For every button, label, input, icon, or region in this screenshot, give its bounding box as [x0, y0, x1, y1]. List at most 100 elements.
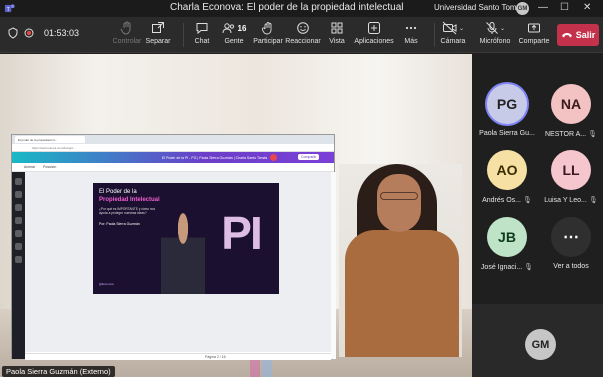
page-indicator: Página 2 / 16 — [205, 355, 226, 359]
participant-avatar: JB — [487, 217, 527, 257]
window-title: Charla Econova: El poder de la propiedad… — [170, 2, 404, 13]
pop-out-button[interactable]: Separar — [136, 20, 180, 45]
participant-tile[interactable]: PG Paola Sierra Gu... — [476, 76, 538, 146]
camera-button[interactable]: ⌄ Cámara — [431, 20, 475, 45]
leave-button[interactable]: Salir — [557, 24, 599, 46]
raise-hand-icon — [261, 22, 272, 35]
view-label: Vista — [329, 38, 345, 45]
sidebar-tool-icon[interactable] — [15, 178, 22, 185]
participant-avatar: PG — [487, 84, 527, 124]
account-avatar[interactable]: GM — [516, 2, 529, 15]
canva-share-button[interactable]: Compartir — [298, 154, 320, 160]
collaborator-avatar — [270, 154, 277, 161]
participant-tile[interactable]: AO Andrés Os... 🎙 — [476, 142, 538, 212]
canva-sidebar — [12, 172, 25, 359]
meeting-timer: 01:53:03 — [8, 27, 79, 39]
participant-tile[interactable]: LL Luisa Y Leo... 🎙 — [540, 142, 602, 212]
more-icon: ⋯ — [551, 217, 591, 257]
teams-logo-icon: T — [4, 4, 15, 13]
microphone-button[interactable]: ⌄ Micrófono — [473, 20, 517, 45]
shared-screen[interactable]: El poder de la propiedad int... https://… — [11, 134, 336, 360]
participant-avatar: NA — [551, 84, 591, 124]
slide-pi-graphic: PI — [221, 207, 262, 259]
canva-document-title: El Poder de la PI - PG | Paola Sierra Gu… — [162, 155, 268, 160]
apps-label: Aplicaciones — [354, 38, 394, 45]
slide-author: Por: Paola Sierra Guzmán — [99, 222, 140, 226]
pop-out-icon — [152, 22, 164, 33]
more-button[interactable]: Más — [389, 20, 433, 45]
people-label: Gente — [224, 38, 244, 45]
browser-address-bar[interactable]: https://www.canva.com/design/... — [12, 144, 334, 152]
canva-workspace: El Poder de la Propiedad Intelectual ¿Po… — [25, 172, 331, 352]
participant-name: José Ignaci... 🎙 — [480, 263, 534, 272]
elapsed-time: 01:53:03 — [44, 28, 80, 38]
title-bar: T Charla Econova: El poder de la propied… — [0, 0, 603, 17]
sidebar-tool-icon[interactable] — [15, 217, 22, 224]
view-all-label: Ver a todos — [553, 263, 589, 270]
people-icon — [222, 23, 234, 34]
slide-title-line2: Propiedad Intelectual — [99, 197, 160, 203]
participant-name: Luisa Y Leo... 🎙 — [544, 196, 598, 205]
presenter-name-tag: Paola Sierra Guzmán (Externo) — [2, 366, 115, 377]
participant-name: Andrés Os... 🎙 — [482, 196, 532, 205]
view-all-tile[interactable]: ⋯ Ver a todos — [540, 209, 602, 279]
presentation-slide[interactable]: El Poder de la Propiedad Intelectual ¿Po… — [93, 183, 279, 294]
camera-label: Cámara — [440, 38, 466, 45]
mic-off-icon: 🎙 — [588, 197, 598, 204]
canva-page-bar: Página 2 / 16 — [25, 353, 331, 360]
react-icon — [297, 22, 309, 34]
recording-icon — [24, 28, 34, 38]
canva-right-rail — [331, 172, 336, 359]
mic-off-icon: 🎙 — [523, 197, 532, 204]
sidebar-tool-icon[interactable] — [15, 230, 22, 237]
leave-label: Salir — [575, 30, 596, 40]
presenter-glasses — [380, 192, 418, 200]
browser-tab[interactable]: El poder de la propiedad int... — [15, 136, 85, 143]
presenter-face — [377, 174, 421, 232]
microphone-label: Micrófono — [479, 38, 511, 45]
participant-tile[interactable]: NA NESTOR A... 🎙 — [540, 76, 602, 146]
organization-name[interactable]: Universidad Santo Tomás — [434, 3, 525, 12]
participant-avatar: AO — [487, 150, 527, 190]
maximize-button[interactable]: ☐ — [560, 2, 569, 13]
more-icon — [405, 26, 417, 30]
presenter-video[interactable] — [339, 164, 462, 357]
close-window-button[interactable]: ✕ — [583, 2, 591, 13]
canva-header: El Poder de la PI - PG | Paola Sierra Gu… — [12, 152, 334, 163]
meeting-toolbar: 01:53:03 Controlar Separar Chat 16 Gente… — [0, 17, 603, 53]
sidebar-tool-icon[interactable] — [15, 243, 22, 250]
url-text: https://www.canva.com/design/... — [32, 145, 76, 150]
meeting-stage: El poder de la propiedad int... https://… — [0, 54, 472, 377]
sidebar-tool-icon[interactable] — [15, 204, 22, 211]
more-label: Más — [404, 38, 418, 45]
mic-off-icon — [486, 22, 498, 34]
participant-name: Paola Sierra Gu... — [479, 130, 535, 137]
browser-tab-strip: El poder de la propiedad int... — [12, 135, 334, 144]
mic-off-icon: 🎙 — [524, 264, 534, 271]
participant-avatar: LL — [551, 150, 591, 190]
position-option[interactable]: Posición — [43, 165, 56, 169]
camera-off-icon — [442, 21, 457, 35]
canva-subtoolbar: Animar Posición — [12, 163, 334, 172]
mic-off-icon: 🎙 — [588, 131, 597, 138]
share-button[interactable]: Comparte — [512, 20, 556, 45]
shield-icon — [8, 27, 18, 39]
chat-label: Chat — [194, 38, 210, 45]
slide-footer: @Econova — [99, 282, 114, 286]
raise-hand-label: Participar — [253, 38, 283, 45]
hand-icon — [120, 21, 131, 35]
phone-hangup-icon — [561, 33, 572, 38]
animate-option[interactable]: Animar — [24, 165, 35, 169]
minimize-button[interactable]: — — [538, 2, 548, 13]
grid-icon — [331, 22, 343, 34]
share-icon — [528, 23, 540, 33]
sidebar-tool-icon[interactable] — [15, 191, 22, 198]
chat-icon — [196, 23, 208, 35]
share-label: Comparte — [518, 38, 550, 45]
self-avatar: GM — [525, 329, 556, 360]
plus-icon — [368, 22, 380, 34]
participant-tile[interactable]: JB José Ignaci... 🎙 — [476, 209, 538, 279]
sidebar-tool-icon[interactable] — [15, 256, 22, 263]
presenter-body — [345, 230, 459, 357]
slide-speaker-photo — [161, 203, 205, 294]
